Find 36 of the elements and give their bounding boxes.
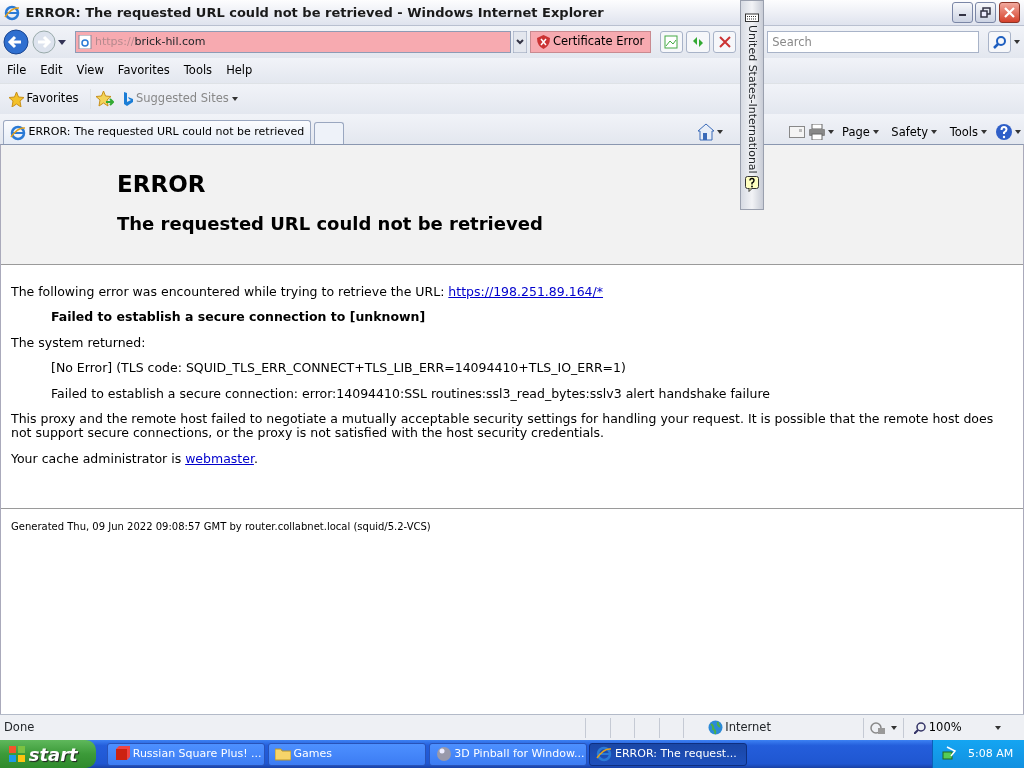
error-subheading: The requested URL could not be retrieved [117,212,543,235]
menu-item[interactable]: View [69,61,111,80]
certificate-error-button[interactable]: Certificate Error [530,31,652,53]
zoom-button[interactable]: 100% [909,718,989,737]
error-message: Failed to establish a secure connection to [unknown] [50,310,427,325]
menu-item[interactable]: File [0,61,34,80]
error-detail: Failed to establish a secure connection: error:14094410:SSL routines:ssl3_read_bytes:sslv3 alert handshake failure [50,386,771,401]
browser-tab[interactable]: ERROR: The requested URL could not be retrieved [2,120,312,144]
language-bar[interactable]: United States-International [740,0,764,210]
status-text: Done [4,718,36,736]
favorites-button[interactable]: Favorites [2,89,85,109]
language-label: United States-International [745,24,761,174]
security-zone: Internet [725,718,771,736]
menu-item[interactable]: Help [219,61,260,80]
system-returned-label: The system returned: [11,335,147,351]
url-link[interactable]: https://198.251.89.164/* [448,284,603,299]
command-button[interactable]: Safety [886,123,942,141]
error-detail: [No Error] (TLS code: SQUID_TLS_ERR_CONNECT+TLS_LIB_ERR=14094410+TLS_IO_ERR=1) [50,361,627,376]
error-heading: ERROR [117,171,206,199]
clock-text: 5:08 AM [968,745,1014,762]
address-field[interactable]: https://brick-hil.com [74,31,511,53]
menu-item[interactable]: Tools [176,61,220,80]
webmaster-link[interactable]: webmaster [185,450,254,466]
command-button[interactable]: Tools [944,123,992,141]
admin-text: Your cache administrator is webmaster. [11,451,259,466]
search-field[interactable]: Search [767,31,980,53]
command-button[interactable]: Page [837,123,884,141]
explanation-text: This proxy and the remote host failed to negotiate a mutually acceptable security settings for handling your request. It is possible that the remote host does not support secure connections, or the proxy is not satisfied with the host security credentials. [11,411,995,441]
menu-item[interactable]: Edit [33,61,70,80]
window-title: ERROR: The requested URL could not be retrieved - Windows Internet Explorer [25,3,604,22]
url-text: https://brick-hil.com [95,33,206,50]
generated-footer: Generated Thu, 09 Jun 2022 09:08:57 GMT by router.collabnet.local (squid/5.2-VCS) [1,509,1023,544]
menu-item[interactable]: Favorites [110,61,177,80]
start-button[interactable]: start [0,740,96,768]
taskbar-button[interactable]: ERROR: The request... [589,742,748,766]
error-intro: The following error was encountered while trying to retrieve the URL: https://198.251.89.164/* [11,285,604,300]
